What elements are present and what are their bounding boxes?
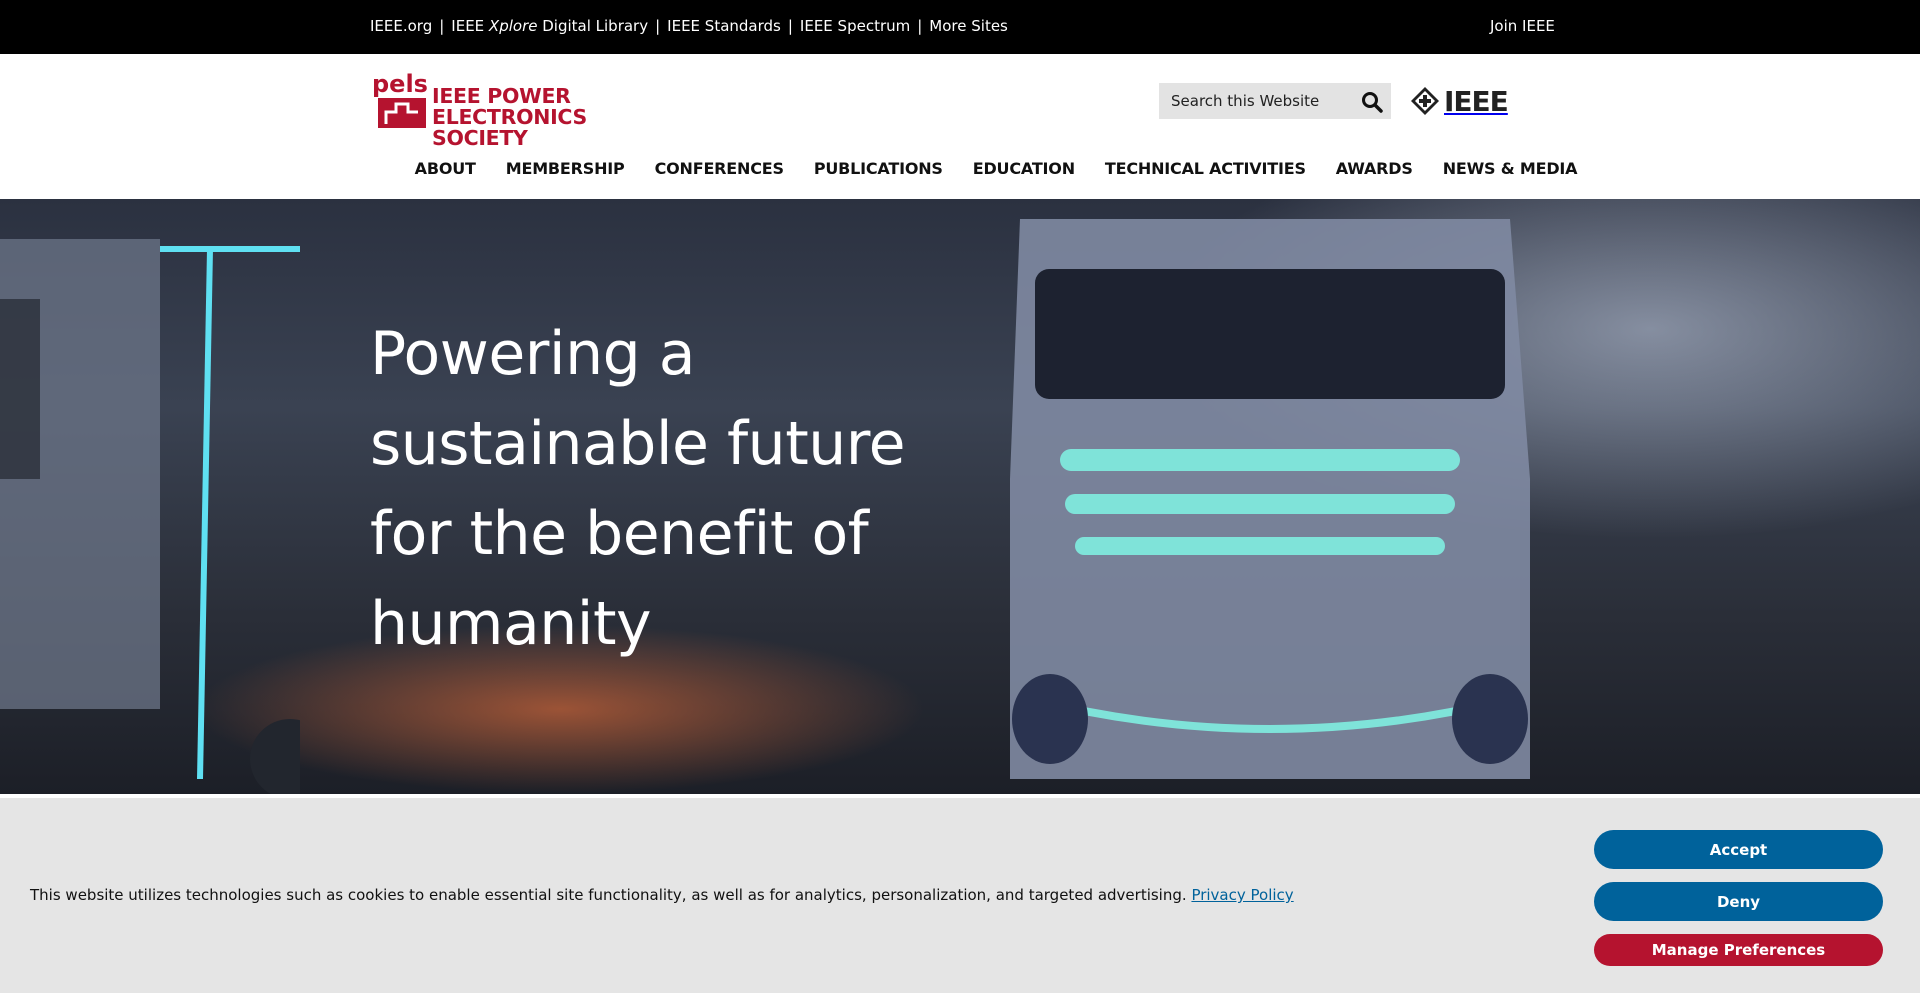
nav-membership[interactable]: MEMBERSHIP xyxy=(491,159,640,178)
join-ieee-link[interactable]: Join IEEE xyxy=(1490,17,1555,35)
xplore-pre: IEEE xyxy=(451,17,489,35)
hero-title-line: for the benefit of xyxy=(370,499,869,569)
nav-technical-activities[interactable]: TECHNICAL ACTIVITIES xyxy=(1090,159,1321,178)
nav-awards[interactable]: AWARDS xyxy=(1321,159,1428,178)
site-header: pels IEEE POWER ELECTRONICS SOCIETY IEEE… xyxy=(0,54,1920,199)
accept-button[interactable]: Accept xyxy=(1594,830,1883,869)
logo-line-2: ELECTRONICS SOCIETY xyxy=(432,105,587,150)
ieee-spectrum-link[interactable]: IEEE Spectrum xyxy=(800,17,910,35)
hero-left-truck-illustration xyxy=(0,239,300,794)
separator: | xyxy=(787,17,793,35)
xplore-em: Xplore xyxy=(488,17,538,35)
cookie-text: This website utilizes technologies such … xyxy=(30,886,1187,904)
manage-preferences-button[interactable]: Manage Preferences xyxy=(1594,934,1883,966)
utility-links: IEEE.org | IEEE Xplore Digital Library |… xyxy=(370,17,1008,35)
nav-publications[interactable]: PUBLICATIONS xyxy=(799,159,958,178)
cookie-banner: This website utilizes technologies such … xyxy=(0,794,1920,993)
ieee-wordmark: IEEE xyxy=(1444,84,1509,118)
search-input[interactable] xyxy=(1159,83,1349,119)
separator: | xyxy=(439,17,445,35)
ieee-logo[interactable]: IEEE xyxy=(1410,83,1514,119)
nav-about[interactable]: ABOUT xyxy=(400,159,491,178)
hero-title-line: sustainable future xyxy=(370,409,906,479)
nav-conferences[interactable]: CONFERENCES xyxy=(640,159,799,178)
hero-banner: Powering a sustainable future for the be… xyxy=(0,199,1920,794)
search-icon xyxy=(1362,92,1383,113)
hero-title: Powering a sustainable future for the be… xyxy=(370,309,930,669)
ieee-xplore-link[interactable]: IEEE Xplore Digital Library xyxy=(451,17,648,35)
more-sites-link[interactable]: More Sites xyxy=(929,17,1008,35)
nav-news-media[interactable]: NEWS & MEDIA xyxy=(1428,159,1593,178)
separator: | xyxy=(655,17,661,35)
logo-line-1: IEEE POWER xyxy=(432,84,571,108)
nav-education[interactable]: EDUCATION xyxy=(958,159,1090,178)
hero-truck-illustration xyxy=(1010,219,1530,779)
hero-title-line: Powering a xyxy=(370,319,696,389)
search-box xyxy=(1159,83,1391,119)
deny-button[interactable]: Deny xyxy=(1594,882,1883,921)
separator: | xyxy=(917,17,923,35)
logo-wordmark: IEEE POWER ELECTRONICS SOCIETY xyxy=(432,86,672,149)
hero-title-line: humanity xyxy=(370,589,652,659)
privacy-policy-link[interactable]: Privacy Policy xyxy=(1191,886,1293,904)
ieee-diamond-icon xyxy=(1411,87,1439,115)
logo-mark-text: pels xyxy=(372,70,428,98)
xplore-post: Digital Library xyxy=(537,17,649,35)
ieee-org-link[interactable]: IEEE.org xyxy=(370,17,432,35)
ieee-standards-link[interactable]: IEEE Standards xyxy=(667,17,781,35)
search-button[interactable] xyxy=(1361,91,1383,113)
utility-bar: IEEE.org | IEEE Xplore Digital Library |… xyxy=(0,0,1920,54)
pels-logo-mark-icon: pels xyxy=(372,70,428,128)
main-nav: ABOUT MEMBERSHIP CONFERENCES PUBLICATION… xyxy=(0,159,1920,178)
pels-logo[interactable]: pels IEEE POWER ELECTRONICS SOCIETY xyxy=(372,68,672,149)
cookie-message: This website utilizes technologies such … xyxy=(30,886,1294,904)
